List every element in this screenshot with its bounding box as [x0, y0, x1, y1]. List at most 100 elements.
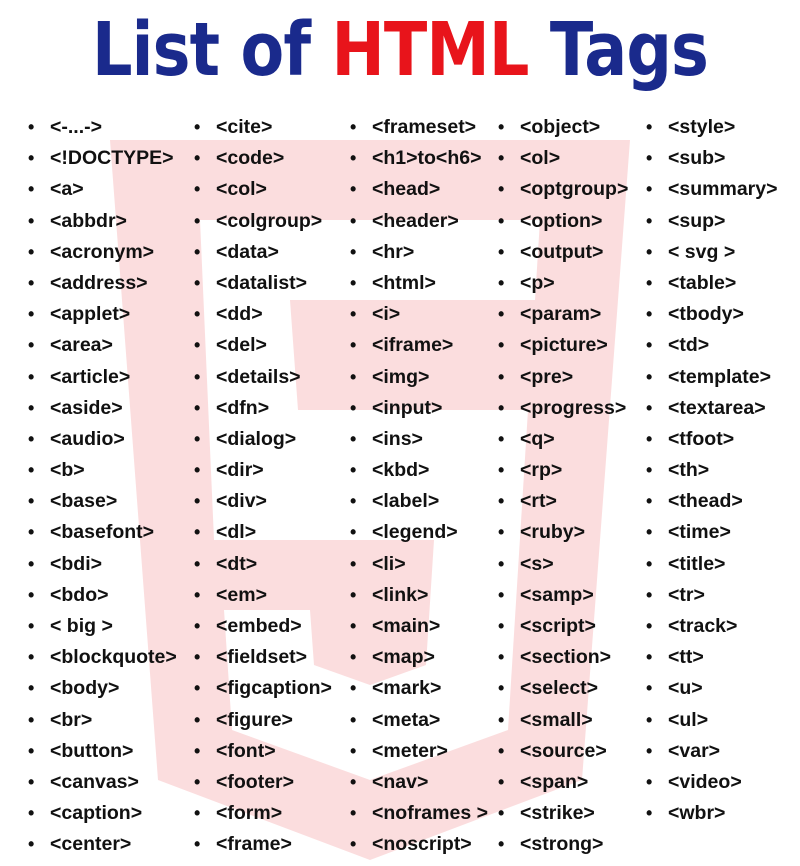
tag-list-item: • <datalist> [194, 268, 332, 299]
bullet-icon: • [350, 771, 357, 792]
tag-list-item: • <param> [498, 299, 628, 330]
bullet-icon: • [646, 740, 653, 761]
bullet-icon: • [646, 241, 653, 262]
bullet-icon: • [194, 179, 201, 200]
tag-label: <time> [668, 521, 731, 544]
tag-label: <frameset> [372, 116, 477, 138]
tag-list-item: • <dialog> [194, 424, 332, 455]
tag-list-item: • <u> [646, 673, 778, 704]
bullet-icon: • [350, 366, 357, 387]
tag-list-item: • <tr> [646, 580, 778, 611]
tag-label: <tr> [668, 583, 705, 606]
bullet-icon: • [194, 210, 201, 231]
tag-list-item: • <ruby> [498, 517, 628, 548]
tag-label: <ruby> [520, 521, 586, 544]
tag-label: <aside> [50, 396, 123, 419]
bullet-icon: • [28, 117, 35, 137]
tag-label: <dialog> [216, 427, 297, 450]
tag-label: <bdo> [50, 583, 109, 606]
bullet-icon: • [194, 740, 201, 761]
tag-label: <s> [520, 552, 554, 575]
bullet-icon: • [646, 304, 653, 325]
tag-label: <strike> [520, 802, 595, 825]
tag-label: <i> [372, 303, 401, 326]
tag-label: <sub> [668, 147, 726, 170]
tag-list-item: • <s> [498, 549, 628, 580]
bullet-icon: • [350, 803, 357, 824]
tag-label: <output> [520, 240, 604, 263]
tag-label: <td> [668, 334, 710, 357]
bullet-icon: • [646, 335, 653, 356]
tag-list-item: • <frame> [194, 829, 332, 860]
bullet-icon: • [646, 491, 653, 512]
tag-list-item: • <style> [646, 112, 778, 143]
bullet-icon: • [28, 460, 35, 481]
tag-label: <embed> [216, 615, 302, 637]
tag-list-item: • <mark> [350, 673, 488, 704]
bullet-icon: • [646, 460, 653, 481]
bullet-icon: • [28, 428, 35, 449]
bullet-icon: • [194, 803, 201, 824]
tag-list-item: • <select> [498, 673, 628, 704]
tag-label: <dl> [216, 521, 257, 544]
tag-list-item: • <script> [498, 611, 628, 642]
tag-list-item: • <thead> [646, 486, 778, 517]
tag-list-item: • <applet> [28, 299, 177, 330]
bullet-icon: • [498, 584, 505, 605]
tag-label: <small> [520, 708, 593, 731]
bullet-icon: • [646, 616, 653, 636]
tag-label: <input> [372, 396, 443, 419]
bullet-icon: • [498, 616, 505, 636]
tag-label: <style> [668, 116, 736, 138]
tag-label: <param> [520, 303, 602, 326]
tag-label: <pre> [520, 365, 574, 388]
tag-label: <html> [372, 271, 436, 294]
tag-list-item: • <wbr> [646, 798, 778, 829]
tag-list-item: • <abbdr> [28, 206, 177, 237]
bullet-icon: • [646, 678, 653, 699]
tag-list-item: • <strong> [498, 829, 628, 860]
bullet-icon: • [498, 428, 505, 449]
tag-label: <hr> [372, 240, 415, 263]
tag-list-item: • <ol> [498, 143, 628, 174]
tag-column-5: • <style> • <sub> • <summary> • <sup> • < svg > • <… [646, 112, 778, 829]
tag-label: <ul> [668, 708, 709, 731]
tag-list-item: • <meter> [350, 736, 488, 767]
bullet-icon: • [350, 397, 357, 418]
bullet-icon: • [194, 647, 201, 668]
tag-label: <blockquote> [50, 646, 177, 669]
bullet-icon: • [194, 616, 201, 636]
bullet-icon: • [194, 397, 201, 418]
bullet-icon: • [498, 210, 505, 231]
tag-label: <title> [668, 552, 726, 575]
bullet-icon: • [350, 117, 357, 137]
tag-label: <ins> [372, 427, 423, 450]
bullet-icon: • [194, 241, 201, 262]
tag-list-item: • <header> [350, 206, 488, 237]
bullet-icon: • [28, 272, 35, 293]
bullet-icon: • [498, 522, 505, 543]
tag-label: <samp> [520, 583, 594, 606]
bullet-icon: • [194, 584, 201, 605]
tag-list-item: • <template> [646, 362, 778, 393]
tag-label: <dir> [216, 459, 264, 482]
tag-label: <canvas> [50, 770, 139, 793]
tag-label: <kbd> [372, 459, 430, 482]
bullet-icon: • [498, 148, 505, 169]
bullet-icon: • [350, 584, 357, 605]
bullet-icon: • [350, 740, 357, 761]
bullet-icon: • [28, 584, 35, 605]
tag-label: <img> [372, 365, 430, 388]
bullet-icon: • [350, 460, 357, 481]
tag-label: <textarea> [668, 396, 766, 419]
tag-list-item: • <figcaption> [194, 673, 332, 704]
tag-label: <tfoot> [668, 427, 735, 450]
tag-list-item: • <acronym> [28, 237, 177, 268]
bullet-icon: • [28, 397, 35, 418]
tag-label: <frame> [216, 833, 292, 856]
tag-label: <figcaption> [216, 677, 332, 700]
bullet-icon: • [646, 272, 653, 293]
bullet-icon: • [498, 491, 505, 512]
tag-list-item: • <sup> [646, 206, 778, 237]
tag-label: <meta> [372, 708, 441, 731]
